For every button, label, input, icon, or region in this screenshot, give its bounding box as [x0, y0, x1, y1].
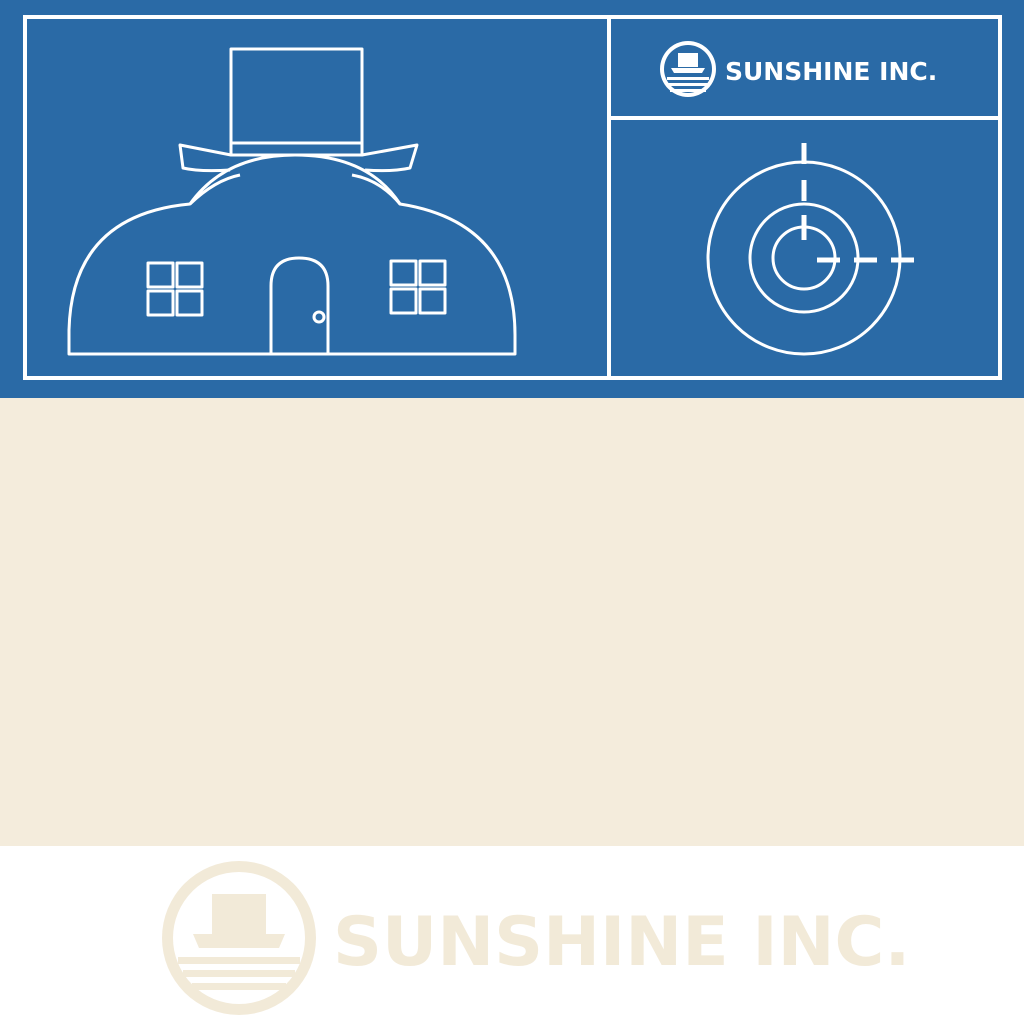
door	[269, 256, 330, 354]
footer-brand-name: SUNSHINE INC.	[333, 903, 910, 982]
footer-logo-hat-brim	[193, 934, 285, 948]
header-logo	[660, 41, 716, 97]
dome-body	[67, 153, 517, 356]
top-banner: SUNSHINE INC.	[0, 0, 1024, 398]
hat-band	[229, 141, 364, 157]
hat-crown	[229, 47, 364, 145]
cream-panel	[0, 398, 1024, 846]
logo-line-1	[667, 77, 709, 80]
house-icon	[67, 47, 517, 356]
footer-logo-line-2	[183, 970, 295, 977]
footer-logo-line-1	[178, 957, 300, 964]
logo-hat-brim	[671, 68, 705, 73]
logo-hat	[678, 53, 698, 67]
hat-brim-left	[178, 143, 232, 173]
hat-brim-right	[361, 143, 419, 173]
footer-logo-hat	[212, 894, 266, 936]
left-window	[146, 261, 204, 317]
logo-line-3	[670, 89, 706, 92]
footer: SUNSHINE INC.	[0, 846, 1024, 1024]
footer-logo: SUNSHINE INC.	[162, 861, 910, 1015]
footer-logo-line-3	[192, 983, 286, 990]
banner-artwork: SUNSHINE INC.	[23, 15, 1002, 380]
header-brand-name: SUNSHINE INC.	[725, 57, 937, 86]
footer-logo-icon	[162, 861, 316, 1015]
radial-target-icon	[706, 143, 914, 356]
logo-line-2	[668, 83, 708, 86]
right-window	[389, 259, 447, 315]
door-knob	[312, 310, 326, 324]
